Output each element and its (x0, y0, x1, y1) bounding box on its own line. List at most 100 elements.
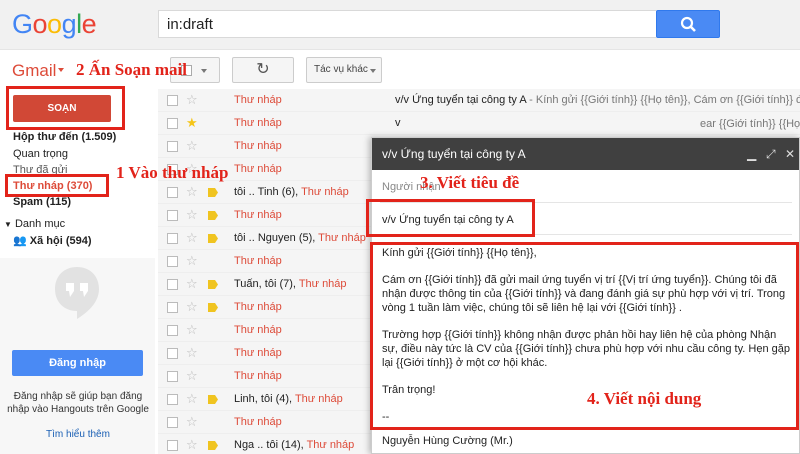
search-input[interactable]: in:draft (158, 10, 656, 38)
refresh-button[interactable]: ↻ (232, 57, 294, 83)
row-sender: Thư nháp (234, 163, 282, 175)
row-sender: Thư nháp (234, 416, 282, 428)
row-subject: v/v Ứng tuyển tại công ty A - Kính gửi {… (395, 94, 800, 106)
important-marker-icon[interactable] (208, 234, 218, 243)
categories-label: Danh mục (14, 218, 66, 230)
star-icon[interactable]: ☆ (186, 276, 198, 292)
row-checkbox[interactable] (167, 325, 178, 336)
sidebar-item-important[interactable]: Quan trọng (13, 148, 68, 160)
draft-tag: Thư nháp (318, 232, 366, 244)
caret-down-icon: ▼ (4, 220, 12, 229)
more-actions-button[interactable]: Tác vụ khác (306, 57, 382, 83)
logo-letter: G (12, 9, 33, 39)
annotation-box-body (370, 242, 799, 430)
important-marker-icon[interactable] (208, 441, 218, 450)
star-icon[interactable]: ☆ (186, 437, 198, 453)
row-checkbox[interactable] (167, 95, 178, 106)
annotation-box-subject (366, 199, 535, 237)
row-sender: Thư nháp (234, 209, 282, 221)
annotation-step2: 2 Ấn Soạn mail (76, 60, 187, 79)
draft-tag: Thư nháp (234, 370, 282, 382)
sidebar-item-social[interactable]: 👥 Xã hội (594) (13, 234, 92, 247)
logo-letter: o (47, 9, 62, 39)
important-marker-icon[interactable] (208, 303, 218, 312)
chevron-down-icon[interactable] (58, 68, 64, 72)
sidebar-item-categories[interactable]: ▼ Danh mục (4, 218, 65, 230)
expand-icon[interactable]: ⤢ (766, 147, 776, 162)
draft-tag: Thư nháp (234, 140, 282, 152)
gmail-menu-label[interactable]: Gmail (12, 61, 56, 81)
star-icon[interactable]: ☆ (186, 345, 198, 361)
row-checkbox[interactable] (167, 371, 178, 382)
annotation-step1: 1 Vào thư nháp (116, 163, 229, 182)
subject-text: v (395, 117, 401, 129)
row-checkbox[interactable] (167, 233, 178, 244)
star-icon[interactable]: ☆ (186, 299, 198, 315)
draft-tag: Thư nháp (234, 209, 282, 221)
row-checkbox[interactable] (167, 141, 178, 152)
row-sender: Thư nháp (234, 347, 282, 359)
sidebar-item-inbox[interactable]: Hộp thư đến (1.509) (13, 131, 116, 143)
row-checkbox[interactable] (167, 256, 178, 267)
sender-name: tôi .. Tinh (6), (234, 186, 302, 198)
row-checkbox[interactable] (167, 187, 178, 198)
search-icon (680, 16, 696, 32)
close-icon[interactable]: ✕ (785, 147, 795, 161)
star-icon[interactable]: ☆ (186, 230, 198, 246)
star-icon[interactable]: ☆ (186, 184, 198, 200)
draft-tag: Thư nháp (306, 439, 355, 451)
draft-tag: Thư nháp (234, 416, 282, 428)
row-sender: Thư nháp (234, 117, 282, 129)
row-checkbox[interactable] (167, 302, 178, 313)
star-icon[interactable]: ★ (186, 115, 198, 131)
snippet-text: - Kính gửi {{Giới tính}} {{Họ tên}}, Cám… (526, 94, 800, 106)
social-label: Xã hội (594) (29, 235, 92, 247)
row-checkbox[interactable] (167, 118, 178, 129)
annotation-box-drafts (5, 174, 109, 197)
signature-name: Nguyễn Hùng Cường (Mr.) (382, 435, 513, 447)
row-checkbox[interactable] (167, 348, 178, 359)
top-header: Google in:draft (0, 0, 800, 50)
learn-more-link[interactable]: Tìm hiểu thêm (6, 429, 150, 440)
important-marker-icon[interactable] (208, 280, 218, 289)
draft-tag: Thư nháp (234, 117, 282, 129)
star-icon[interactable]: ☆ (186, 322, 198, 338)
row-checkbox[interactable] (167, 440, 178, 451)
draft-tag: Thư nháp (301, 186, 349, 198)
chevron-down-icon (201, 69, 207, 73)
row-sender: Thư nháp (234, 370, 282, 382)
google-logo[interactable]: Google (12, 9, 97, 40)
hangouts-description: Đăng nhập sẽ giúp bạn đăng nhập vào Hang… (7, 391, 149, 415)
table-row[interactable]: ☆ Thư nháp v/v Ứng tuyển tại công ty A - K… (158, 89, 800, 112)
row-checkbox[interactable] (167, 210, 178, 221)
logo-letter: g (61, 9, 77, 39)
draft-tag: Thư nháp (298, 278, 347, 290)
compose-header: v/v Ứng tuyển tại công ty A ▁ ⤢ ✕ (372, 138, 799, 170)
sender-name: Linh, tôi (4), (234, 393, 295, 405)
row-sender: Linh, tôi (4), Thư nháp (234, 393, 343, 405)
row-sender: Nga .. tôi (14), Thư nháp (234, 439, 354, 451)
star-icon[interactable]: ☆ (186, 391, 198, 407)
row-checkbox[interactable] (167, 417, 178, 428)
important-marker-icon[interactable] (208, 395, 218, 404)
row-snippet-peek: ear {{Giới tính}} {{Họ tên}}, C (700, 118, 800, 130)
star-icon[interactable]: ☆ (186, 207, 198, 223)
row-sender: Thư nháp (234, 255, 282, 267)
logo-letter: e (81, 9, 97, 39)
row-checkbox[interactable] (167, 279, 178, 290)
star-icon[interactable]: ☆ (186, 138, 198, 154)
star-icon[interactable]: ☆ (186, 368, 198, 384)
search-button[interactable] (656, 10, 720, 38)
star-icon[interactable]: ☆ (186, 92, 198, 108)
minimize-icon[interactable]: ▁ (747, 147, 756, 161)
important-marker-icon[interactable] (208, 188, 218, 197)
row-checkbox[interactable] (167, 394, 178, 405)
sidebar-item-spam[interactable]: Spam (115) (13, 196, 71, 208)
subject-text: v/v Ứng tuyển tại công ty A (395, 94, 527, 106)
row-sender: tôi .. Tinh (6), Thư nháp (234, 186, 349, 198)
star-icon[interactable]: ☆ (186, 253, 198, 269)
star-icon[interactable]: ☆ (186, 414, 198, 430)
important-marker-icon[interactable] (208, 211, 218, 220)
row-sender: Thư nháp (234, 140, 282, 152)
hangouts-signin-button[interactable]: Đăng nhập (12, 350, 143, 376)
